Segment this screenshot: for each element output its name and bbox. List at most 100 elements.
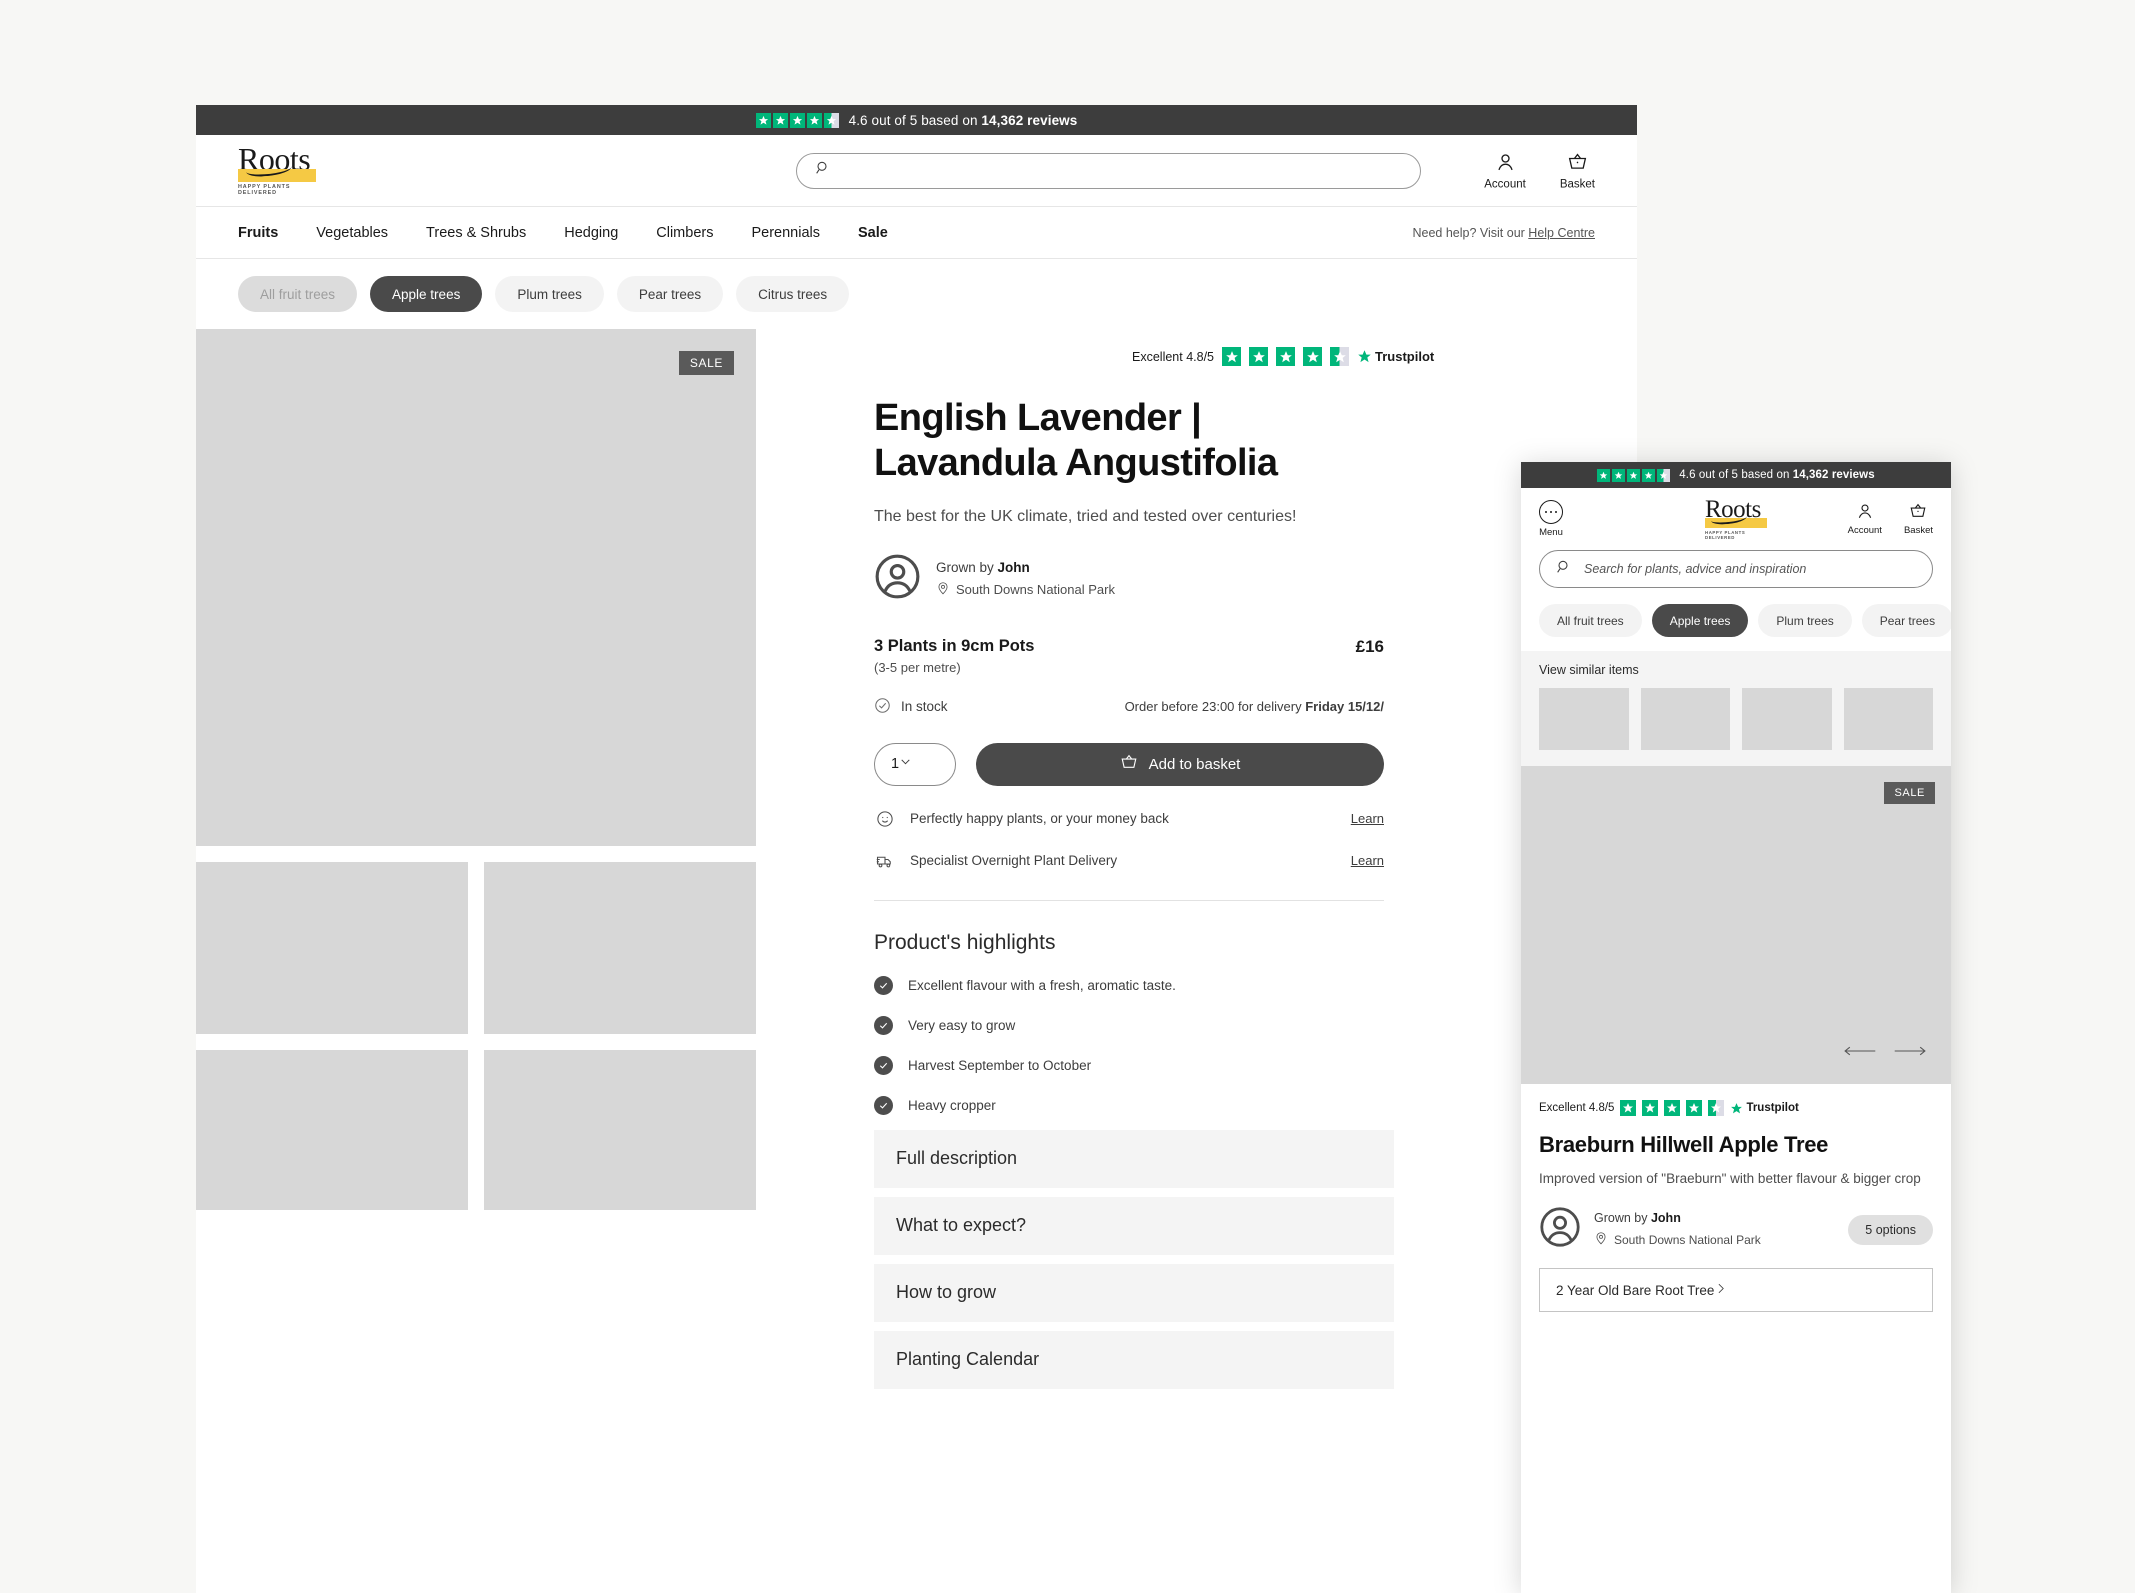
screenshot-stage: 4.6 out of 5 based on 14,362 reviews Roo… <box>0 0 2135 1593</box>
chevron-down-icon <box>899 755 912 773</box>
pill-all-fruit-trees[interactable]: All fruit trees <box>1539 604 1642 637</box>
pill-apple-trees[interactable]: Apple trees <box>370 276 483 312</box>
logo-underline <box>238 169 316 183</box>
arrow-right-icon[interactable] <box>1893 1044 1927 1062</box>
similar-item-thumbnail[interactable] <box>1843 688 1933 750</box>
similar-items-row <box>1539 688 1933 750</box>
pill-pear-trees[interactable]: Pear trees <box>1861 604 1951 637</box>
search-input[interactable] <box>841 163 1402 178</box>
gallery-thumbnail[interactable] <box>484 1050 756 1210</box>
basket-icon <box>1909 502 1927 523</box>
options-badge[interactable]: 5 options <box>1848 1214 1933 1245</box>
nav-item-sale[interactable]: Sale <box>858 225 888 241</box>
nav-item-fruits[interactable]: Fruits <box>238 225 278 241</box>
accordion-what-to-expect[interactable]: What to expect? <box>874 1196 1394 1255</box>
divider <box>874 899 1384 901</box>
accordion-full-description[interactable]: Full description <box>874 1129 1394 1188</box>
delivery-truck-icon <box>874 852 896 870</box>
pill-citrus-trees[interactable]: Citrus trees <box>736 276 850 312</box>
mobile-hero-image[interactable]: SALE <box>1521 766 1951 1084</box>
star-icon <box>1222 347 1241 366</box>
arrow-left-icon[interactable] <box>1843 1044 1877 1062</box>
highlight-text: Harvest September to October <box>908 1057 1092 1073</box>
star-icon <box>1627 468 1641 482</box>
star-icon <box>1664 1100 1681 1116</box>
logo-tagline: HAPPY PLANTS DELIVERED <box>238 184 291 197</box>
similar-item-thumbnail[interactable] <box>1539 688 1629 750</box>
accordion-label: Full description <box>896 1148 1018 1169</box>
trustpilot-brand: Trustpilot <box>1746 1102 1799 1114</box>
nav-item-climbers[interactable]: Climbers <box>656 225 713 241</box>
mobile-product-title: Braeburn Hillwell Apple Tree <box>1539 1132 1829 1157</box>
similar-item-thumbnail[interactable] <box>1742 688 1832 750</box>
benefit-learn-link[interactable]: Learn <box>1351 811 1384 826</box>
mobile-header: Menu Roots HAPPY PLANTS DELIVERED Accoun… <box>1521 488 1951 550</box>
variant-title: 3 Plants in 9cm Pots <box>874 636 1035 655</box>
benefit-learn-link[interactable]: Learn <box>1351 853 1384 868</box>
mobile-search-bar[interactable] <box>1539 550 1933 588</box>
nav-item-vegetables[interactable]: Vegetables <box>316 225 388 241</box>
star-icon <box>1303 347 1322 366</box>
variant-selector[interactable]: 2 Year Old Bare Root Tree <box>1539 1268 1933 1313</box>
location-pin-icon <box>1594 1231 1608 1248</box>
search-icon <box>815 160 831 181</box>
accordion-how-to-grow[interactable]: How to grow <box>874 1263 1394 1322</box>
avatar-icon <box>874 553 921 605</box>
check-icon <box>874 1055 893 1075</box>
pill-apple-trees[interactable]: Apple trees <box>1651 604 1749 637</box>
gallery-thumbnail[interactable] <box>196 1050 468 1210</box>
nav-list: Fruits Vegetables Trees & Shrubs Hedging… <box>238 225 888 241</box>
gallery-thumbnail[interactable] <box>196 862 468 1034</box>
quantity-selector[interactable]: 1 <box>874 742 956 786</box>
star-icon <box>1620 1100 1637 1116</box>
logo-tagline: HAPPY PLANTS DELIVERED <box>1705 529 1746 540</box>
gallery-thumbnail[interactable] <box>484 862 756 1034</box>
menu-dots-icon <box>1539 500 1563 524</box>
variant-label: 2 Year Old Bare Root Tree <box>1556 1282 1715 1298</box>
accordion-planting-calendar[interactable]: Planting Calendar <box>874 1330 1394 1389</box>
trustpilot-stars <box>755 112 839 128</box>
help-centre-link[interactable]: Help Centre <box>1528 226 1595 240</box>
mobile-trustpilot-banner: 4.6 out of 5 based on 14,362 reviews <box>1521 462 1951 488</box>
highlight-text: Very easy to grow <box>908 1017 1016 1033</box>
pill-pear-trees[interactable]: Pear trees <box>616 276 724 312</box>
basket-label: Basket <box>1559 178 1595 190</box>
desktop-header: Roots HAPPY PLANTS DELIVERED Account Bas… <box>196 135 1637 207</box>
account-button[interactable]: Account <box>1484 151 1526 190</box>
product-price: £16 <box>1355 636 1384 656</box>
similar-item-thumbnail[interactable] <box>1640 688 1730 750</box>
basket-button[interactable]: Basket <box>1560 151 1595 190</box>
delivery-date: Friday 15/12/ <box>1305 699 1384 715</box>
avatar-icon <box>1539 1206 1581 1253</box>
desktop-browser-window: 4.6 out of 5 based on 14,362 reviews Roo… <box>196 105 1637 1593</box>
star-icon <box>1249 347 1268 366</box>
view-similar-items-section: View similar items <box>1521 651 1951 766</box>
mobile-site-logo[interactable]: Roots HAPPY PLANTS DELIVERED <box>1705 497 1767 540</box>
grower-location-line: South Downs National Park <box>1594 1231 1761 1248</box>
mobile-preview-window: 4.6 out of 5 based on 14,362 reviews Men… <box>1521 462 1951 1593</box>
grower-location-line: South Downs National Park <box>936 581 1115 598</box>
star-icon <box>1686 1100 1703 1116</box>
user-icon <box>1495 151 1516 175</box>
pill-plum-trees[interactable]: Plum trees <box>1758 604 1852 637</box>
nav-item-hedging[interactable]: Hedging <box>564 225 618 241</box>
account-label: Account <box>1484 178 1526 190</box>
product-info-panel: Excellent 4.8/5 Trustpilot English Laven… <box>756 329 1637 1389</box>
star-half-icon <box>1330 347 1349 366</box>
pill-all-fruit-trees[interactable]: All fruit trees <box>238 276 358 312</box>
basket-label: Basket <box>1903 525 1933 536</box>
site-logo[interactable]: Roots HAPPY PLANTS DELIVERED <box>238 143 316 197</box>
carousel-arrows <box>1843 1044 1927 1062</box>
nav-item-trees-shrubs[interactable]: Trees & Shrubs <box>426 225 526 241</box>
mobile-menu-button[interactable]: Menu <box>1539 500 1563 538</box>
mobile-basket-button[interactable]: Basket <box>1904 502 1933 536</box>
nav-item-perennials[interactable]: Perennials <box>751 225 820 241</box>
gallery-main-image[interactable]: SALE <box>196 329 756 846</box>
pill-plum-trees[interactable]: Plum trees <box>495 276 604 312</box>
add-to-basket-button[interactable]: Add to basket <box>976 742 1384 786</box>
mobile-account-button[interactable]: Account <box>1848 502 1882 536</box>
stock-status: In stock <box>874 697 948 717</box>
search-bar[interactable] <box>796 152 1421 189</box>
mobile-search-input[interactable] <box>1584 562 1916 576</box>
grower-location: South Downs National Park <box>1614 1232 1761 1247</box>
